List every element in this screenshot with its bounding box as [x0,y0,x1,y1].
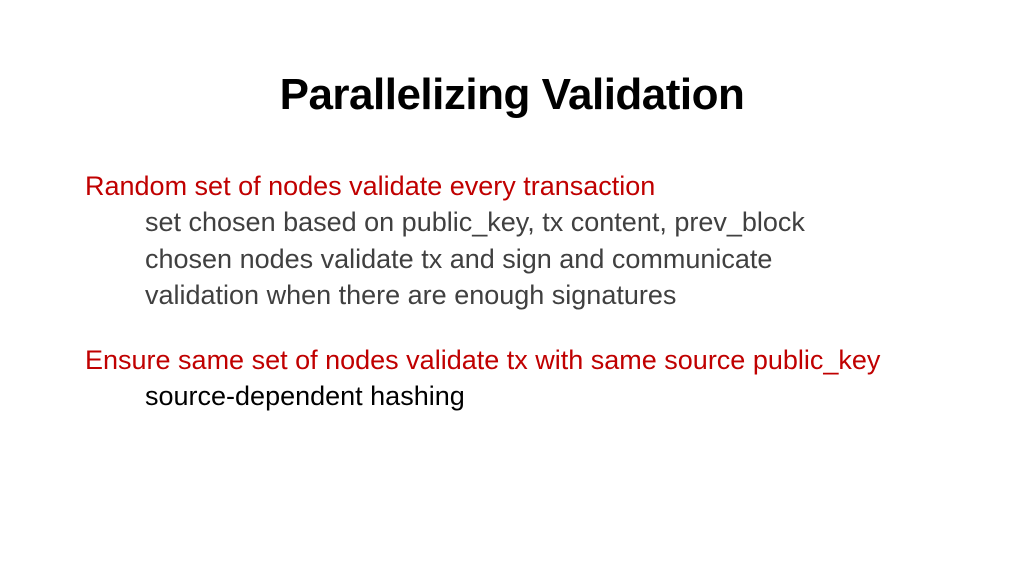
section-2-header: Ensure same set of nodes validate tx wit… [85,342,939,378]
body-line: set chosen based on public_key, tx conte… [145,204,939,240]
body-line: validation when there are enough signatu… [145,277,939,313]
section-2-body: source-dependent hashing [85,378,939,414]
section-2: Ensure same set of nodes validate tx wit… [85,342,939,415]
slide: Parallelizing Validation Random set of n… [0,0,1024,576]
slide-title: Parallelizing Validation [85,70,939,120]
body-line: chosen nodes validate tx and sign and co… [145,241,939,277]
section-1-body: set chosen based on public_key, tx conte… [85,204,939,313]
section-1-header: Random set of nodes validate every trans… [85,168,939,204]
section-1: Random set of nodes validate every trans… [85,168,939,314]
body-line: source-dependent hashing [145,378,939,414]
